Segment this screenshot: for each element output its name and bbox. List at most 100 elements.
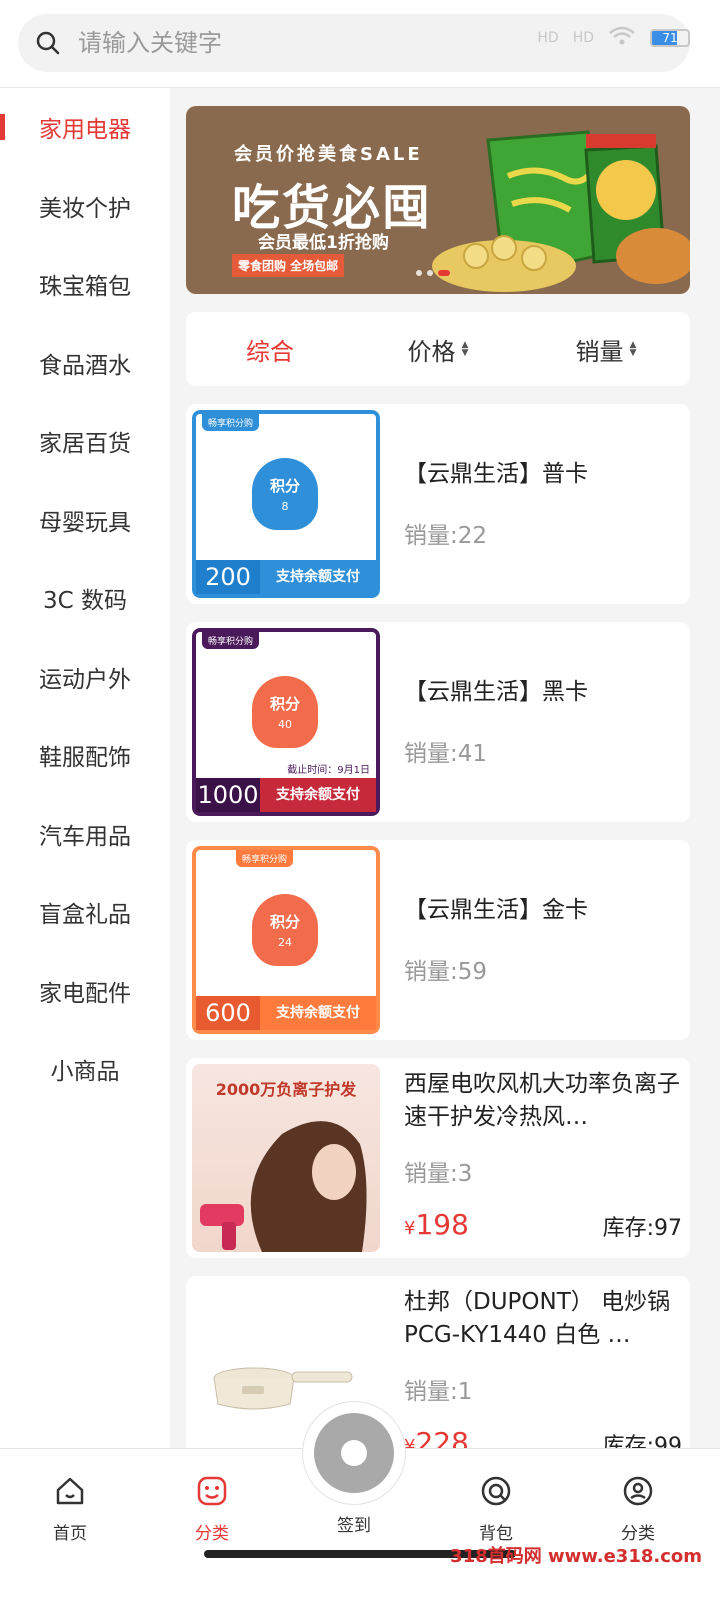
sidebar-item-auto[interactable]: 汽车用品 <box>0 795 170 874</box>
tab-category-2[interactable]: 分类 <box>588 1471 688 1544</box>
profile-icon <box>588 1471 688 1511</box>
product-card[interactable]: 2000万负离子护发 西屋电吹风机大功率负离子速干护发冷热风… 销量:3 ¥19… <box>186 1058 690 1258</box>
search-input[interactable] <box>78 29 438 57</box>
sort-sales-label: 销量 <box>575 337 624 366</box>
coupon-price: 600 <box>196 996 260 1030</box>
tab-home-label: 首页 <box>53 1524 87 1544</box>
coupon-pay-label: 支持余额支付 <box>260 560 376 594</box>
coupon-badge: 积分 40 <box>252 676 318 748</box>
product-stock: 库存:99 <box>602 1434 682 1448</box>
product-sales: 销量:59 <box>404 959 488 985</box>
product-list-area: 会员价抢美食SALE 吃货必囤 会员最低1折抢购 零食团购 全场包邮 综合 价格… <box>170 88 720 1448</box>
tab-checkin[interactable]: 签到 <box>304 1511 404 1536</box>
currency-symbol: ¥ <box>404 1218 416 1239</box>
product-card[interactable]: 畅享积分购 积分 40 截止时间：9月1日 1000 支持余额支付 【云鼎生活】黑… <box>186 622 690 822</box>
product-sales: 销量:3 <box>404 1161 473 1187</box>
product-sales: 销量:1 <box>404 1379 473 1405</box>
coupon-image-blue: 畅享积分购 积分 8 200 支持余额支付 <box>192 410 380 598</box>
battery-icon: 71 <box>650 29 690 47</box>
status-overlay: HD HD 71 <box>537 26 690 50</box>
product-card[interactable]: 杜邦（DUPONT） 电炒锅 PCG-KY1440 白色 … 销量:1 ¥228… <box>186 1276 690 1448</box>
promo-banner[interactable]: 会员价抢美食SALE 吃货必囤 会员最低1折抢购 零食团购 全场包邮 <box>186 106 690 294</box>
coupon-tag: 畅享积分购 <box>202 414 260 431</box>
tab-bag-label: 背包 <box>479 1524 513 1544</box>
coupon-pay-label: 支持余额支付 <box>260 778 376 812</box>
carousel-dots <box>416 270 450 276</box>
tab-bag[interactable]: 背包 <box>446 1471 546 1544</box>
sidebar-item-appliances[interactable]: 家用电器 <box>0 88 170 167</box>
sort-price[interactable]: 价格 ▲ ▼ <box>354 312 522 386</box>
product-price: ¥228 <box>404 1426 469 1448</box>
product-sales: 销量:41 <box>404 741 488 767</box>
coupon-points: 24 <box>278 936 292 949</box>
sidebar-item-home[interactable]: 家居百货 <box>0 402 170 481</box>
sort-arrows-icon: ▲ ▼ <box>461 340 469 358</box>
product-thumbnail: 畅享积分购 积分 8 200 支持余额支付 <box>192 410 380 598</box>
coupon-points: 40 <box>278 718 292 731</box>
product-title: 杜邦（DUPONT） 电炒锅 PCG-KY1440 白色 … <box>404 1289 671 1348</box>
sort-price-label: 价格 <box>407 337 456 366</box>
coupon-deadline: 截止时间：9月1日 <box>287 765 370 776</box>
category-icon <box>162 1471 262 1511</box>
sort-comprehensive[interactable]: 综合 <box>186 312 354 386</box>
sidebar-item-blindbox[interactable]: 盲盒礼品 <box>0 873 170 952</box>
bottom-tab-bar: 首页 分类 签到 背包 分类 <box>0 1401 720 1600</box>
tab-category-label: 分类 <box>195 1524 229 1544</box>
tab-category[interactable]: 分类 <box>162 1471 262 1544</box>
coupon-price: 200 <box>196 560 260 594</box>
product-title: 【云鼎生活】黑卡 <box>404 679 588 705</box>
banner-line-3: 会员最低1折抢购 <box>258 233 389 253</box>
category-sidebar: 家用电器 美妆个护 珠宝箱包 食品酒水 家居百货 母婴玩具 3C 数码 运动户外… <box>0 88 170 1448</box>
search-icon <box>18 14 78 72</box>
home-icon <box>20 1471 120 1511</box>
coupon-footer: 200 支持余额支付 <box>196 560 376 594</box>
sidebar-item-baby[interactable]: 母婴玩具 <box>0 481 170 560</box>
hair-model-illustration <box>200 1121 367 1252</box>
bag-icon <box>446 1471 546 1511</box>
product-thumbnail-hairdryer: 2000万负离子护发 <box>192 1064 380 1252</box>
coupon-badge-label: 积分 <box>269 477 300 495</box>
sidebar-item-accessories[interactable]: 家电配件 <box>0 952 170 1031</box>
sidebar-item-apparel[interactable]: 鞋服配饰 <box>0 716 170 795</box>
product-thumbnail: 畅享积分购 积分 24 600 支持余额支付 <box>192 846 380 1034</box>
product-card[interactable]: 畅享积分购 积分 8 200 支持余额支付 【云鼎生活】普卡 销量:22 <box>186 404 690 604</box>
coupon-footer: 600 支持余额支付 <box>196 996 376 1030</box>
coupon-badge: 积分 24 <box>252 894 318 966</box>
product-title: 【云鼎生活】金卡 <box>404 897 588 923</box>
sort-sales[interactable]: 销量 ▲ ▼ <box>522 312 690 386</box>
sidebar-item-jewelry[interactable]: 珠宝箱包 <box>0 245 170 324</box>
carousel-dot <box>416 270 422 276</box>
carousel-dot-active <box>438 270 450 276</box>
sidebar-item-digital[interactable]: 3C 数码 <box>0 559 170 638</box>
coupon-price: 1000 <box>196 778 260 812</box>
sort-arrows-icon: ▲ ▼ <box>629 340 637 358</box>
tab-checkin-label: 签到 <box>337 1516 371 1536</box>
search-header: HD HD 71 <box>0 0 720 88</box>
banner-tag: 零食团购 全场包邮 <box>232 254 345 277</box>
price-value: 198 <box>415 1208 469 1241</box>
coupon-badge: 积分 8 <box>252 458 318 530</box>
network-label-1: HD <box>537 30 559 46</box>
carousel-dot <box>427 270 433 276</box>
banner-line-1: 会员价抢美食SALE <box>234 144 423 165</box>
tab-home[interactable]: 首页 <box>20 1471 120 1544</box>
wifi-icon <box>608 26 636 50</box>
sidebar-item-sports[interactable]: 运动户外 <box>0 638 170 717</box>
tab-category-2-label: 分类 <box>621 1524 655 1544</box>
sidebar-item-small-goods[interactable]: 小商品 <box>0 1030 170 1109</box>
sidebar-item-food[interactable]: 食品酒水 <box>0 324 170 403</box>
sort-comprehensive-label: 综合 <box>246 337 294 366</box>
coupon-pay-label: 支持余额支付 <box>260 996 376 1030</box>
coupon-image-orange: 畅享积分购 积分 24 600 支持余额支付 <box>192 846 380 1034</box>
currency-symbol: ¥ <box>404 1436 416 1448</box>
coupon-points: 8 <box>281 500 289 513</box>
product-thumbnail: 畅享积分购 积分 40 截止时间：9月1日 1000 支持余额支付 <box>192 628 380 816</box>
product-card[interactable]: 畅享积分购 积分 24 600 支持余额支付 【云鼎生活】金卡 销量:59 <box>186 840 690 1040</box>
network-label-2: HD <box>572 30 594 46</box>
coupon-badge-label: 积分 <box>269 913 300 931</box>
sort-bar: 综合 价格 ▲ ▼ 销量 ▲ ▼ <box>186 312 690 386</box>
sidebar-item-beauty[interactable]: 美妆个护 <box>0 167 170 246</box>
checkin-icon <box>314 1413 394 1493</box>
checkin-button[interactable] <box>302 1401 406 1505</box>
coupon-badge-label: 积分 <box>269 695 300 713</box>
